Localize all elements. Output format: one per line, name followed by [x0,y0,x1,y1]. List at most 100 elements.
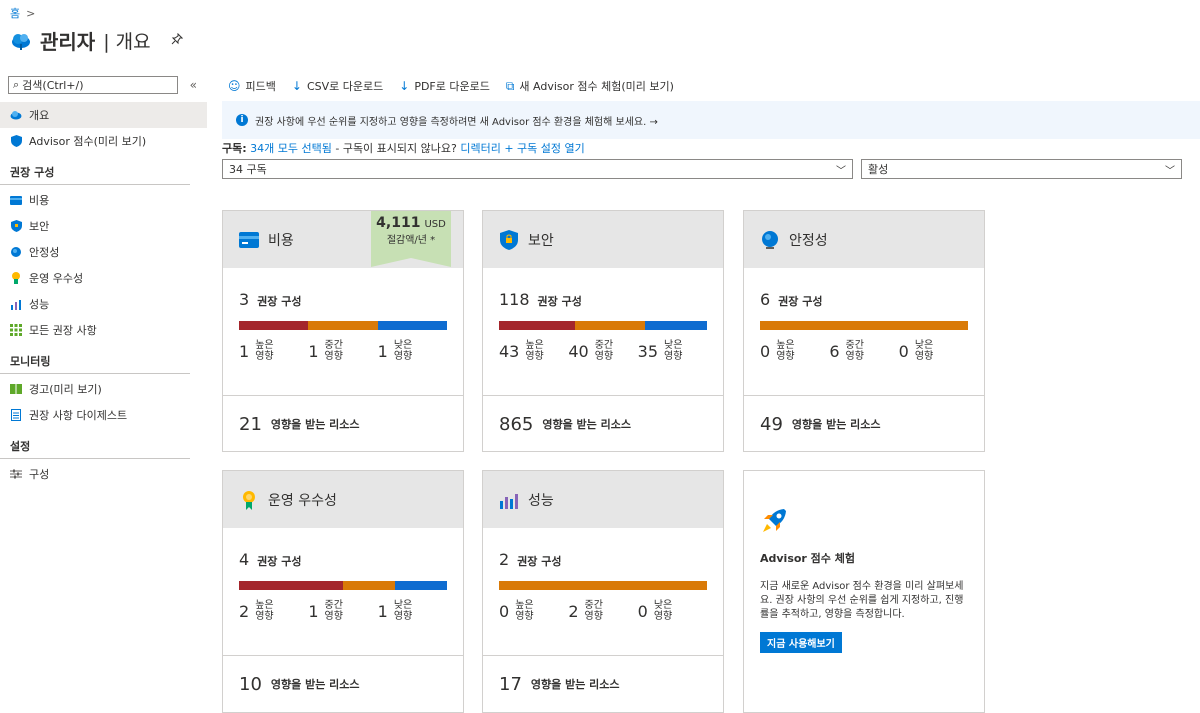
impacted-resources-label: 영향을 받는 리소스 [542,418,631,431]
sidebar-item-reliability[interactable]: 안정성 [0,239,207,265]
impacted-resources-count: 21 [239,413,262,435]
directory-settings-link[interactable]: 디렉터리 + 구독 설정 열기 [460,142,584,155]
impacted-resources-count: 10 [239,673,262,695]
sidebar-item-security[interactable]: 보안 [0,213,207,239]
impact-bar-medium [343,581,395,590]
recommendation-label: 권장 구성 [537,295,582,308]
download-icon: ↓ [291,79,302,93]
try-advisor-score-button[interactable]: ⧉ 새 Advisor 점수 체험(미리 보기) [506,78,674,94]
high-impact-label: 높은 영향 [776,340,795,362]
status-dropdown[interactable]: 활성 ﹀ [861,159,1182,179]
download-csv-button[interactable]: ↓ CSV로 다운로드 [292,78,383,94]
subscription-dropdown[interactable]: 34 구독 ﹀ [222,159,853,179]
sidebar-item-label: 보안 [29,220,50,233]
low-impact: 0 낮은 영향 [899,340,968,362]
sidebar-item-label: 안정성 [29,246,60,259]
low-impact-label: 낮은 영향 [393,340,413,362]
card-title: 운영 우수성 [268,492,337,509]
high-impact-count: 1 [239,341,250,361]
page-subtitle: | 개요 [103,31,151,53]
shield-lock-icon [499,229,519,250]
sidebar-item-label: 권장 사항 다이제스트 [29,409,128,422]
low-impact: 1 낮은 영향 [378,340,447,362]
impact-bar-high [499,321,575,330]
subscription-selected-link[interactable]: 34개 모두 선택됨 [250,142,332,155]
low-impact: 0 낮은 영향 [638,600,707,622]
sidebar-item-cost[interactable]: 비용 [0,187,207,213]
high-impact: 1 높은 영향 [239,340,308,362]
performance-chart-icon [499,490,519,510]
grid-icon [10,324,22,336]
impact-bar-high [239,321,309,330]
card-header: 보안 [483,211,723,268]
sidebar-item-digest[interactable]: 권장 사항 다이제스트 [0,402,207,428]
low-impact-count: 1 [377,341,388,361]
shield-icon [10,135,22,147]
search-placeholder: 검색(Ctrl+/) [22,79,84,92]
operational-excellence-card[interactable]: 운영 우수성 4 권장 구성 2 높은 영향 1 중간 영향 1 낮은 영향 1… [222,470,464,713]
low-impact: 1 낮은 영향 [378,600,447,622]
download-pdf-button[interactable]: ↓ PDF로 다운로드 [399,78,490,94]
breadcrumb-home-link[interactable]: 홈 [10,5,20,21]
impacted-resources: 21 영향을 받는 리소스 [223,395,463,452]
recommendation-label: 권장 구성 [517,555,562,568]
card-title: 성능 [528,492,554,509]
sidebar-item-alerts[interactable]: 경고(미리 보기) [0,376,207,402]
medium-impact-count: 6 [829,341,840,361]
sidebar-item-performance[interactable]: 성능 [0,291,207,317]
sidebar: ⌕ 검색(Ctrl+/) « 개요 Advisor 점수(미리 보기) 권장 구… [0,76,207,487]
card-title: 보안 [528,232,554,249]
savings-currency: USD [424,219,446,230]
high-impact-label: 높은 영향 [525,340,544,362]
sidebar-item-overview[interactable]: 개요 [0,102,207,128]
low-impact-count: 35 [637,341,659,361]
medium-impact-label: 중간 영향 [594,340,614,362]
sidebar-item-configuration[interactable]: 구성 [0,461,207,487]
sidebar-item-label: 모든 권장 사항 [29,324,97,337]
savings-amount: 4,111 [376,215,421,231]
page-header: 관리자 | 개요 [10,26,183,55]
recommendation-count: 4 [239,550,250,569]
sidebar-item-advisor-score[interactable]: Advisor 점수(미리 보기) [0,128,207,154]
document-icon [10,409,22,421]
high-impact-count: 0 [760,341,771,361]
medium-impact: 6 중간 영향 [829,340,898,362]
medium-impact-count: 2 [568,601,579,621]
impact-bar [499,321,707,330]
impacted-resources-label: 영향을 받는 리소스 [270,418,360,431]
subscription-label: 구독: [222,142,247,155]
high-impact-count: 2 [239,601,250,621]
card-header: 성능 [483,471,723,528]
impact-bar-low [395,581,447,590]
medium-impact-count: 1 [308,341,319,361]
promo-description: 지금 새로운 Advisor 점수 환경을 미리 살펴보세요. 권장 사항의 우… [760,581,964,620]
medal-icon [239,490,259,510]
cost-card[interactable]: 비용 4,111 USD 절감액/년 * 3 권장 구성 1 높은 영향 1 중간… [222,210,464,452]
reliability-card[interactable]: 안정성 6 권장 구성 0 높은 영향 6 중간 영향 0 낮은 영향 49 영… [743,210,985,452]
info-banner[interactable]: i 권장 사항에 우선 순위를 지정하고 영향을 측정하려면 새 Advisor… [222,101,1200,139]
collapse-sidebar-button[interactable]: « [190,78,197,92]
sidebar-section-recommendations: 권장 구성 [0,154,190,185]
credit-card-icon [10,194,22,206]
medium-impact: 1 중간 영향 [308,340,377,362]
high-impact-count: 0 [499,601,510,621]
search-input[interactable]: ⌕ 검색(Ctrl+/) [8,76,178,94]
impacted-resources: 10 영향을 받는 리소스 [223,655,463,712]
impact-bar [239,321,447,330]
chevron-down-icon: ﹀ [1165,165,1175,177]
download-icon: ↓ [399,79,410,93]
pin-icon[interactable] [171,32,183,49]
sidebar-item-operational-excellence[interactable]: 운영 우수성 [0,265,207,291]
alert-book-icon [10,383,22,395]
performance-chart-icon [10,298,22,310]
impact-bar [239,581,447,590]
feedback-button[interactable]: ☺ 피드백 [228,78,276,94]
impact-bar-medium [574,321,646,330]
try-now-button[interactable]: 지금 사용해보기 [760,632,842,653]
performance-card[interactable]: 성능 2 권장 구성 0 높은 영향 2 중간 영향 0 낮은 영향 17 영향… [482,470,724,713]
subscription-question: - 구독이 표시되지 않나요? [331,142,461,155]
sidebar-item-all-recommendations[interactable]: 모든 권장 사항 [0,317,207,343]
security-card[interactable]: 보안 118 권장 구성 43 높은 영향 40 중간 영향 35 낮은 영향 … [482,210,724,452]
impact-bar-medium [760,321,968,330]
sidebar-section-settings: 설정 [0,428,190,459]
